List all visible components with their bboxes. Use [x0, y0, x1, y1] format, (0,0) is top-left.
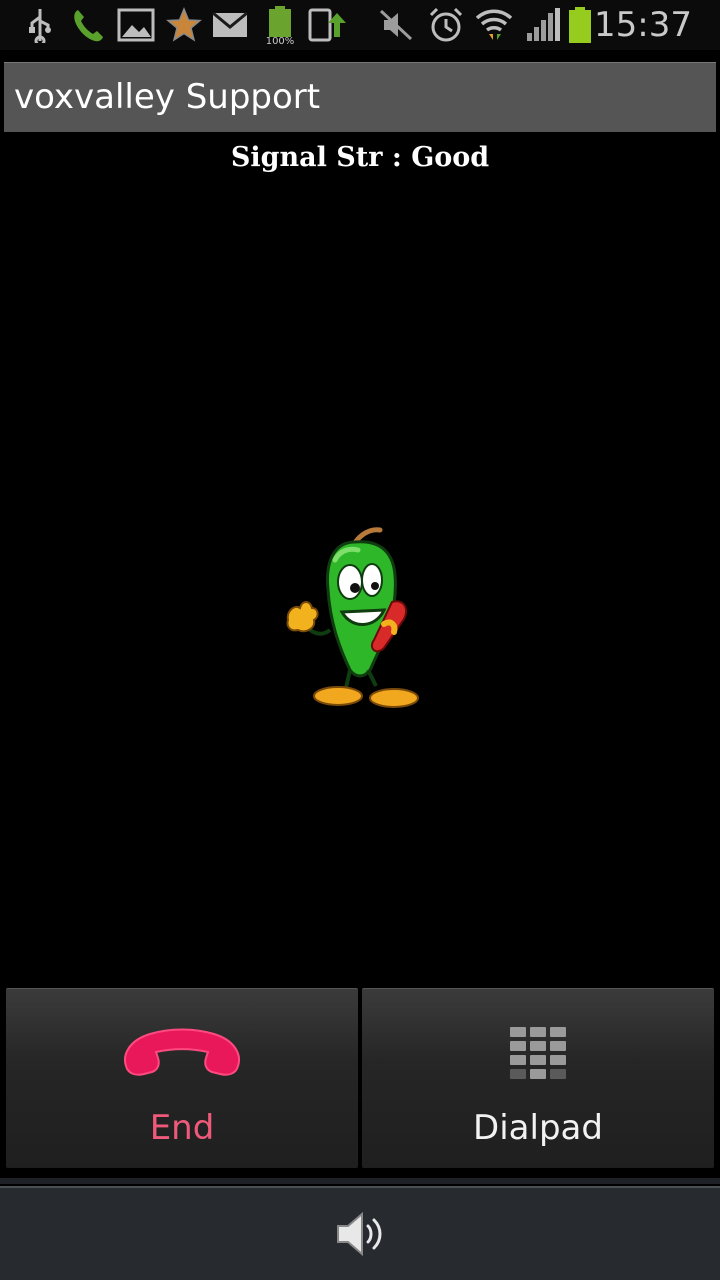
bottom-bar	[0, 1186, 720, 1280]
mute-icon	[376, 6, 416, 44]
end-call-label: End	[149, 1108, 215, 1148]
signal-icon	[522, 6, 562, 44]
clock: 15:37	[594, 5, 692, 45]
speaker-icon[interactable]	[332, 1206, 388, 1262]
end-call-icon	[6, 1019, 358, 1089]
signal-strength-label: Signal Str : Good	[230, 142, 490, 173]
title-bar: voxvalley Support	[4, 62, 716, 132]
pepper-mascot-icon	[280, 520, 430, 715]
alarm-icon	[426, 6, 466, 44]
sync-upload-icon	[306, 6, 346, 44]
usb-icon	[20, 6, 60, 44]
battery-100-icon: 100%	[260, 6, 300, 45]
page-title: voxvalley Support	[14, 77, 321, 117]
status-bar: 100% 15:37	[0, 0, 720, 50]
divider	[0, 1178, 720, 1184]
end-call-button[interactable]: End	[6, 988, 358, 1168]
gallery-icon	[116, 6, 156, 44]
dialpad-icon	[362, 1019, 714, 1089]
svg-text:100%: 100%	[266, 36, 295, 45]
dialpad-button[interactable]: Dialpad	[362, 988, 714, 1168]
email-icon	[210, 6, 250, 44]
wifi-icon	[474, 6, 514, 44]
star-icon	[164, 6, 204, 44]
phone-call-icon	[68, 6, 108, 44]
dialpad-label: Dialpad	[473, 1108, 603, 1148]
